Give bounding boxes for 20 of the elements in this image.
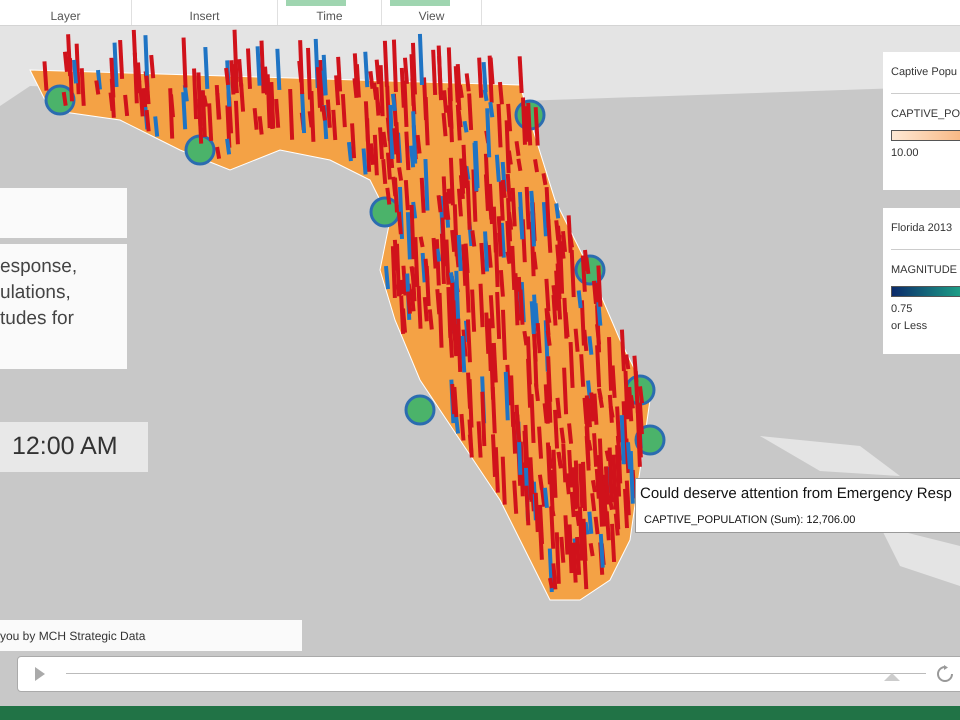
legend-value: 0.75 bbox=[891, 302, 914, 317]
play-icon[interactable] bbox=[34, 666, 46, 682]
tooltip-detail: CAPTIVE_POPULATION (Sum): 12,706.00 bbox=[643, 512, 856, 528]
ribbon-group-label: Layer bbox=[50, 10, 81, 25]
legend-value: or Less bbox=[891, 318, 928, 334]
legend-field: CAPTIVE_PO bbox=[891, 106, 960, 122]
legend-field: MAGNITUDE bbox=[891, 262, 960, 278]
legend-value: 10.00 bbox=[891, 146, 920, 161]
tooltip-title: Could deserve attention from Emergency Resp bbox=[640, 484, 953, 504]
ribbon-group-label: Insert bbox=[189, 10, 220, 25]
credit-text: you by MCH Strategic Data bbox=[0, 628, 146, 644]
ribbon-group-label: Time bbox=[316, 10, 343, 25]
selected-button[interactable] bbox=[390, 0, 450, 6]
selected-button[interactable] bbox=[286, 0, 346, 6]
repeat-icon[interactable] bbox=[936, 665, 954, 683]
time-label: 12:00 AM bbox=[12, 431, 118, 462]
description-text: esponse, ulations, tudes for bbox=[0, 255, 78, 331]
legend-title: Florida 2013 bbox=[891, 221, 954, 236]
ribbon-group-label: View bbox=[418, 10, 444, 25]
legend-title: Captive Popu bbox=[891, 65, 958, 80]
